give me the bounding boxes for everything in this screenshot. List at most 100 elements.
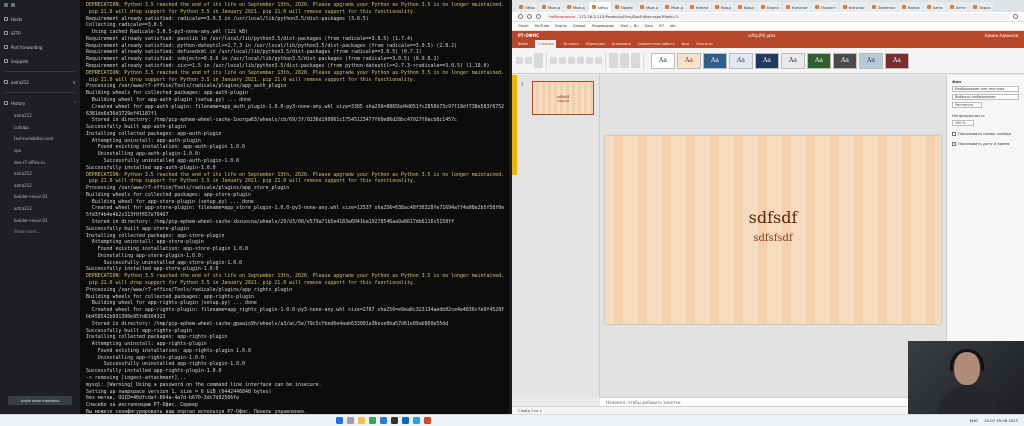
copy-icon[interactable] (516, 57, 523, 64)
select-image-button[interactable]: Выбрать изображение (952, 94, 1019, 100)
browser-tab[interactable]: Вход (712, 2, 735, 12)
bold-icon[interactable] (550, 57, 557, 64)
fill-type-select[interactable]: Изображение или текстура (952, 86, 1019, 92)
ribbon-tab[interactable]: Вид (682, 42, 689, 46)
url-input[interactable]: Небезопасно 172.16.2.113/Products/Files/… (545, 13, 1009, 20)
theme-option[interactable]: Aa (729, 52, 753, 69)
explorer-icon[interactable] (358, 417, 365, 424)
theme-option[interactable]: Aa (703, 52, 727, 69)
paste-icon[interactable] (525, 57, 532, 64)
browser-tab[interactable]: Проект (812, 2, 839, 12)
date-time-checkbox[interactable]: Показывать дату и время (952, 141, 1019, 146)
slide[interactable]: sdfsdf sdfsfsdf (605, 136, 941, 324)
office-icon[interactable] (424, 417, 431, 424)
theme-option[interactable]: Aa (781, 52, 805, 69)
browser-tab[interactable]: Мои д (563, 2, 588, 12)
checkbox-icon[interactable] (952, 131, 956, 136)
ribbon-tab[interactable]: Вставка (563, 42, 578, 46)
stretch-select[interactable]: Растянуть (952, 102, 982, 108)
history-item[interactable]: builder-nexus-01 (0, 214, 80, 226)
theme-option[interactable]: Aa (755, 52, 779, 69)
bookmark-link[interactable]: Gmail (518, 24, 529, 28)
ribbon-tab[interactable]: Файл (518, 42, 528, 46)
browser-tab[interactable]: Заметки (868, 2, 898, 12)
theme-option[interactable]: Aa (833, 52, 857, 69)
clock[interactable]: 15:07 29.08.2023 (984, 418, 1018, 423)
browser-tab[interactable]: Мои д (637, 2, 662, 12)
menu-icon[interactable] (4, 3, 8, 7)
align-center-icon[interactable] (595, 57, 602, 64)
opacity-input[interactable]: 100 % (952, 120, 974, 126)
history-item[interactable]: techrumobilise.com (0, 133, 80, 145)
history-item[interactable]: astra212 (0, 180, 80, 192)
sidebar-item-snippets[interactable]: Snippets (0, 54, 80, 68)
theme-option[interactable]: Aa (807, 52, 831, 69)
browser-tab[interactable]: Книги (686, 2, 712, 12)
theme-option[interactable]: Aa (859, 52, 883, 69)
slide-thumbnail[interactable]: 1 sdfsdf sdfsfsdf (521, 81, 594, 115)
browser-tab[interactable]: Каталог (839, 2, 868, 12)
start-icon[interactable] (336, 417, 343, 424)
history-item[interactable]: dev-r7-office.ru (0, 156, 80, 168)
bookmark-link[interactable]: Mail — Bu (621, 24, 639, 28)
browser-tab[interactable]: Каталог (782, 2, 812, 12)
browser-tab[interactable]: Анте (946, 2, 969, 12)
sidebar-item-sftp[interactable]: SFTP (0, 26, 80, 40)
vscode-icon[interactable] (380, 417, 387, 424)
sidebar-session[interactable]: astra212 × (0, 75, 80, 89)
browser-tab[interactable]: Тарсо (969, 2, 994, 12)
sidebar-history[interactable]: History ˄ (0, 96, 80, 110)
checkbox-icon[interactable] (952, 141, 956, 146)
ribbon-tab[interactable]: Главная (534, 40, 557, 48)
profile-icon[interactable] (1013, 14, 1018, 19)
browser-tab[interactable]: Блоги (758, 2, 782, 12)
close-icon[interactable]: × (73, 80, 76, 85)
bookmark-link[interactable]: Diwopt (573, 24, 586, 28)
plugins-strip[interactable] (512, 75, 517, 175)
back-icon[interactable] (11, 3, 15, 7)
underline-icon[interactable] (568, 57, 575, 64)
history-item[interactable]: astra212 (0, 110, 80, 122)
history-item[interactable]: astra212 (0, 203, 80, 215)
bookmark-link[interactable]: Карты (555, 24, 567, 28)
browser-tab[interactable]: Мои д (662, 2, 686, 12)
back-icon[interactable] (518, 14, 523, 19)
show-more-link[interactable]: Show more... (0, 226, 80, 238)
ribbon-tab[interactable]: Плагины (696, 42, 713, 46)
italic-icon[interactable] (559, 57, 566, 64)
theme-option[interactable]: Aa (677, 52, 701, 69)
bookmark-link[interactable]: Переводчик (592, 24, 615, 28)
add-slide-button[interactable] (534, 53, 543, 68)
forward-icon[interactable] (527, 14, 532, 19)
terminal-app-icon[interactable] (391, 417, 398, 424)
bookmark-link[interactable]: YouTube (535, 24, 550, 28)
browser-tab[interactable]: Проек (611, 2, 637, 12)
chrome-icon[interactable] (369, 417, 376, 424)
bookmark-link[interactable]: Docs (644, 24, 653, 28)
history-item[interactable]: cufalqa (0, 122, 80, 134)
sidebar-item-hosts[interactable]: Hosts (0, 12, 80, 26)
ribbon-tab[interactable]: Переходы (586, 42, 605, 46)
terminal-pane[interactable]: DEPRECATION: Python 3.5 reached the end … (80, 0, 512, 414)
history-item[interactable]: spo (0, 145, 80, 157)
history-item[interactable]: astra212 (0, 168, 80, 180)
slide-number-checkbox[interactable]: Показывать номер слайда (952, 131, 1019, 136)
font-color-icon[interactable] (577, 57, 584, 64)
align-left-icon[interactable] (586, 57, 593, 64)
sidebar-item-port-forwarding[interactable]: Port Forwarding (0, 40, 80, 54)
reload-icon[interactable] (536, 14, 541, 19)
chevron-up-icon[interactable]: ˄ (74, 101, 76, 106)
browser-tab[interactable]: Анте (923, 2, 946, 12)
theme-option[interactable]: Aa (651, 52, 675, 69)
user-name[interactable]: Админ Админов (984, 33, 1018, 38)
browser-tab[interactable]: Канис (898, 2, 923, 12)
bookmark-link[interactable]: R7 (659, 24, 664, 28)
ribbon-tab[interactable]: Анимация (612, 42, 631, 46)
invite-button[interactable]: Invite more members (8, 396, 72, 405)
browser-tab[interactable]: Вход (735, 2, 758, 12)
chart-button[interactable] (631, 53, 640, 68)
slide-title[interactable]: sdfsdf (605, 208, 941, 227)
slide-subtitle[interactable]: sdfsfsdf (605, 233, 941, 244)
theme-option[interactable]: Aa (885, 52, 909, 69)
browser-tab[interactable]: Мои д (539, 2, 563, 12)
